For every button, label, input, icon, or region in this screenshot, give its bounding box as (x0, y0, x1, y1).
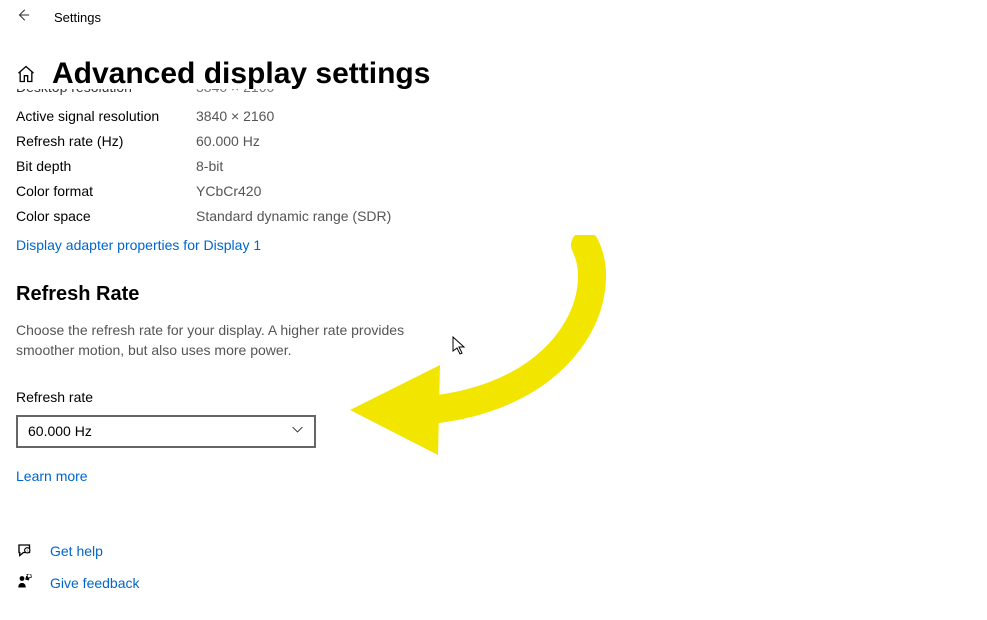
get-help-text: Get help (50, 543, 103, 559)
get-help-link[interactable]: ? Get help (16, 542, 971, 560)
give-feedback-link[interactable]: Give feedback (16, 574, 971, 592)
svg-text:?: ? (26, 549, 28, 553)
info-label: Bit depth (16, 158, 196, 174)
info-value: 3840 × 2160 (196, 89, 274, 99)
learn-more-link[interactable]: Learn more (16, 468, 88, 484)
info-label: Desktop resolution (16, 89, 196, 99)
info-label: Refresh rate (Hz) (16, 133, 196, 149)
topbar-title: Settings (54, 10, 101, 25)
info-value: 8-bit (196, 158, 223, 174)
refresh-rate-field-label: Refresh rate (16, 389, 971, 405)
info-row: Bit depth 8-bit (16, 158, 971, 174)
dropdown-value: 60.000 Hz (28, 423, 92, 439)
home-icon[interactable] (16, 64, 36, 89)
info-row: Color space Standard dynamic range (SDR) (16, 208, 971, 224)
give-feedback-text: Give feedback (50, 575, 140, 591)
info-label: Active signal resolution (16, 108, 196, 124)
refresh-rate-heading: Refresh Rate (16, 283, 971, 306)
back-arrow-icon[interactable] (16, 8, 30, 27)
feedback-icon (16, 574, 34, 592)
chevron-down-icon (291, 423, 304, 439)
page-title: Advanced display settings (52, 57, 430, 91)
display-info-table: Desktop resolution 3840 × 2160 Active si… (16, 89, 971, 224)
info-value: Standard dynamic range (SDR) (196, 208, 391, 224)
refresh-rate-description: Choose the refresh rate for your display… (16, 320, 436, 361)
info-value: YCbCr420 (196, 183, 261, 199)
info-label: Color format (16, 183, 196, 199)
info-value: 3840 × 2160 (196, 108, 274, 124)
chat-help-icon: ? (16, 542, 34, 560)
info-row: Refresh rate (Hz) 60.000 Hz (16, 133, 971, 149)
info-row: Color format YCbCr420 (16, 183, 971, 199)
info-label: Color space (16, 208, 196, 224)
refresh-rate-dropdown[interactable]: 60.000 Hz (16, 415, 316, 448)
info-row: Desktop resolution 3840 × 2160 (16, 89, 971, 99)
info-row: Active signal resolution 3840 × 2160 (16, 108, 971, 124)
info-value: 60.000 Hz (196, 133, 260, 149)
display-adapter-link[interactable]: Display adapter properties for Display 1 (16, 237, 261, 253)
